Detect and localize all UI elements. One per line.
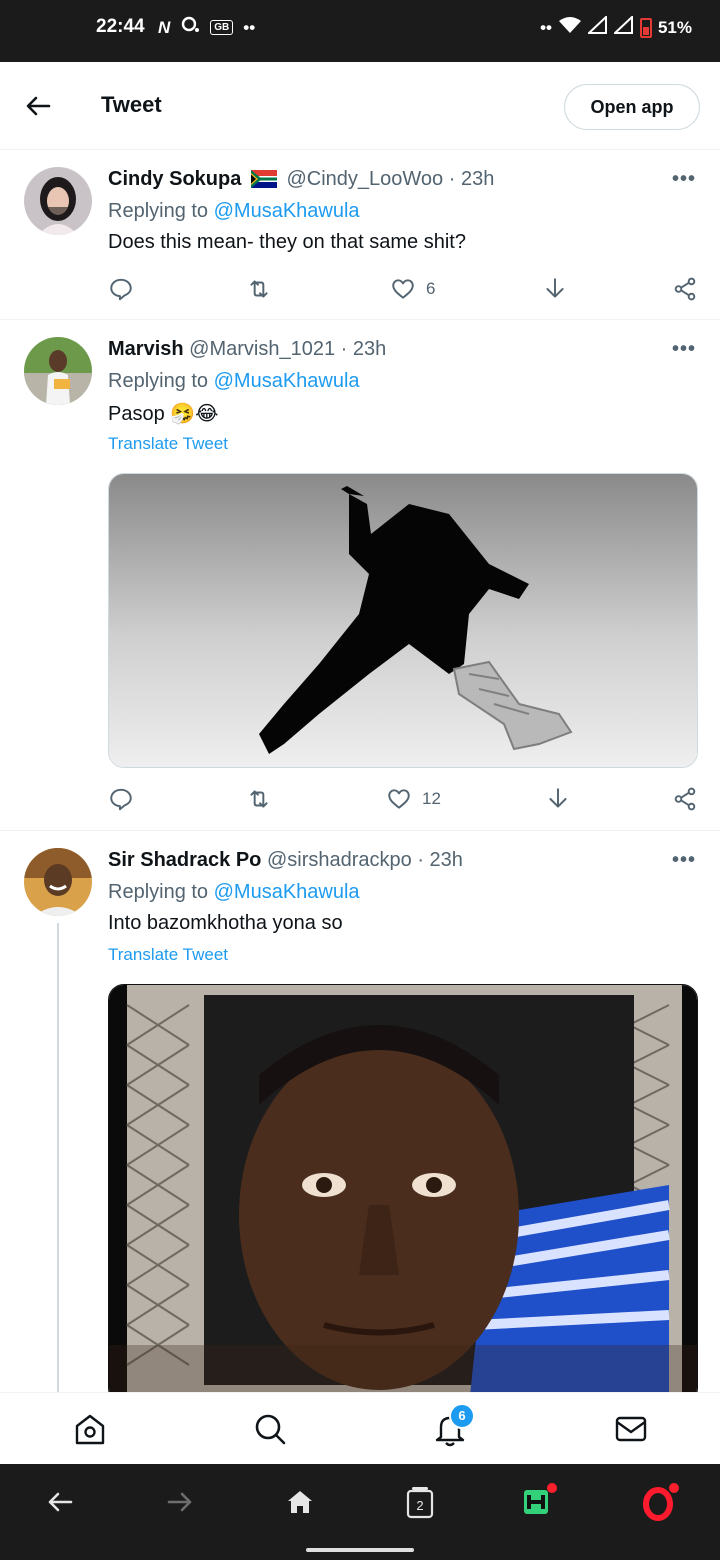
tweet-header: Cindy Sokupa @Cindy_LooWoo · 23h xyxy=(108,168,494,194)
chat-icon xyxy=(180,16,200,39)
tweet-text: Pasop 🤧😂 xyxy=(108,403,219,425)
tweet-reply[interactable]: Cindy Sokupa @Cindy_LooWoo · 23h ••• Rep… xyxy=(0,150,720,320)
retweet-button[interactable] xyxy=(246,274,272,304)
status-bar: 22:44 N GB •• •• 51% xyxy=(0,0,720,62)
author-handle[interactable]: @sirshadrackpo xyxy=(267,849,412,871)
avatar[interactable] xyxy=(24,337,92,405)
translate-tweet-link[interactable]: Translate Tweet xyxy=(108,945,228,965)
bottom-navigation: 6 xyxy=(0,1392,720,1464)
translate-tweet-link[interactable]: Translate Tweet xyxy=(108,434,228,454)
share-button[interactable] xyxy=(672,274,698,304)
mention-link[interactable]: @MusaKhawula xyxy=(214,881,360,903)
heart-icon xyxy=(392,279,414,299)
tweet-text: Does this mean- they on that same shit? xyxy=(108,231,466,253)
download-arrow-icon xyxy=(549,788,567,808)
status-time: 22:44 xyxy=(96,16,145,37)
share-button[interactable] xyxy=(672,784,698,814)
gb-icon: GB xyxy=(210,20,234,35)
download-button[interactable] xyxy=(545,784,571,814)
replying-to: Replying to @MusaKhawula xyxy=(108,881,360,904)
gesture-handle[interactable] xyxy=(306,1548,414,1552)
reply-button[interactable] xyxy=(108,784,134,814)
opera-icon[interactable] xyxy=(640,1482,680,1522)
thread-line xyxy=(57,923,59,1393)
top-header: Tweet Open app xyxy=(0,62,720,150)
signal-icon-2 xyxy=(612,14,634,39)
open-app-button[interactable]: Open app xyxy=(564,84,700,130)
replying-prefix: Replying to xyxy=(108,881,209,903)
green-app-icon[interactable] xyxy=(518,1482,558,1522)
share-icon xyxy=(674,277,696,301)
signal-icon xyxy=(586,14,608,39)
replying-prefix: Replying to xyxy=(108,200,209,222)
like-count: 6 xyxy=(426,279,436,298)
reply-icon xyxy=(110,278,132,301)
search-icon[interactable] xyxy=(252,1411,288,1447)
author-name[interactable]: Cindy Sokupa xyxy=(108,168,241,190)
tweet-reply[interactable]: Marvish @Marvish_1021 · 23h ••• Replying… xyxy=(0,320,720,831)
download-button[interactable] xyxy=(542,274,568,304)
replying-to: Replying to @MusaKhawula xyxy=(108,200,360,223)
browser-tabs-icon[interactable]: 2 xyxy=(400,1482,440,1522)
tweet-time: · 23h xyxy=(340,338,387,360)
mention-link[interactable]: @MusaKhawula xyxy=(214,200,360,222)
tweet-image[interactable] xyxy=(108,984,698,1404)
avatar[interactable] xyxy=(24,167,92,235)
status-notification-icons: N GB •• xyxy=(158,16,255,39)
notifications-badge: 6 xyxy=(449,1403,475,1429)
messages-envelope-icon[interactable] xyxy=(613,1411,649,1447)
status-system-icons: •• 51% xyxy=(540,14,692,39)
more-options-button[interactable]: ••• xyxy=(672,338,696,361)
browser-back-icon[interactable] xyxy=(40,1482,80,1522)
tweet-header: Sir Shadrack Po @sirshadrackpo · 23h xyxy=(108,849,463,872)
silhouette-image xyxy=(109,474,697,767)
tweet-image[interactable] xyxy=(108,473,698,768)
reply-button[interactable] xyxy=(108,274,134,304)
more-options-button[interactable]: ••• xyxy=(672,168,696,191)
more-status-dots: •• xyxy=(540,17,552,37)
tweet-time: · 23h xyxy=(417,849,463,871)
tweet-text: Into bazomkhotha yona so xyxy=(108,912,343,934)
author-name[interactable]: Marvish xyxy=(108,338,184,360)
like-button[interactable]: 6 xyxy=(390,274,435,304)
browser-forward-icon[interactable] xyxy=(160,1482,200,1522)
home-icon[interactable] xyxy=(72,1411,108,1447)
author-handle[interactable]: @Marvish_1021 xyxy=(189,338,335,360)
author-handle[interactable]: @Cindy_LooWoo xyxy=(286,168,443,190)
page-title: Tweet xyxy=(101,92,162,117)
share-icon xyxy=(674,787,696,811)
battery-icon xyxy=(639,17,652,38)
browser-toolbar: 2 xyxy=(0,1464,720,1560)
download-arrow-icon xyxy=(546,278,564,298)
heart-icon xyxy=(388,789,410,809)
wifi-icon xyxy=(558,16,582,39)
man-in-window-image xyxy=(109,985,697,1403)
tabs-count: 2 xyxy=(416,1498,423,1513)
battery-percent: 51% xyxy=(657,17,692,37)
tweet-actions: 12 xyxy=(108,784,698,814)
retweet-button[interactable] xyxy=(246,784,272,814)
avatar[interactable] xyxy=(24,848,92,916)
like-count: 12 xyxy=(422,789,441,808)
back-arrow-icon[interactable] xyxy=(22,90,54,122)
like-button[interactable]: 12 xyxy=(386,784,441,814)
mention-link[interactable]: @MusaKhawula xyxy=(214,370,360,392)
more-notifications-dots: •• xyxy=(243,17,256,37)
author-name[interactable]: Sir Shadrack Po xyxy=(108,849,261,871)
retweet-icon xyxy=(250,280,268,298)
south-africa-flag-icon xyxy=(250,170,277,194)
browser-home-icon[interactable] xyxy=(280,1482,320,1522)
replying-prefix: Replying to xyxy=(108,370,209,392)
replying-to: Replying to @MusaKhawula xyxy=(108,370,360,393)
tweet-reply[interactable]: Sir Shadrack Po @sirshadrackpo · 23h •••… xyxy=(0,831,720,1404)
tweet-actions: 6 xyxy=(108,274,698,304)
more-options-button[interactable]: ••• xyxy=(672,849,696,872)
netflix-n-icon: N xyxy=(158,17,171,37)
tweet-time: · 23h xyxy=(448,168,495,190)
reply-icon xyxy=(110,788,132,811)
retweet-icon xyxy=(250,790,268,808)
tweet-header: Marvish @Marvish_1021 · 23h xyxy=(108,338,386,361)
